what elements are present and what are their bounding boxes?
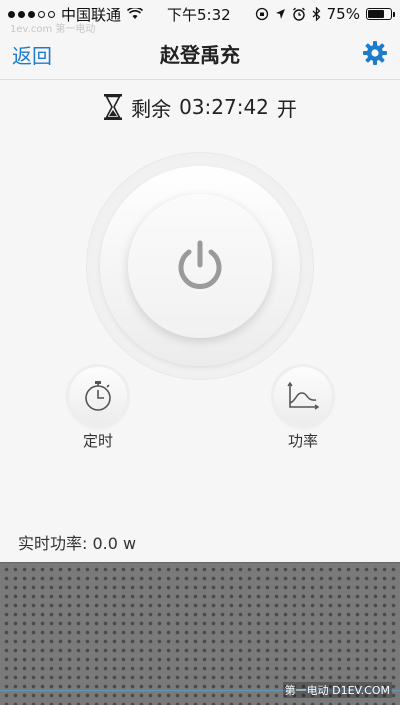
realtime-power-unit: w	[123, 534, 137, 553]
battery-icon	[365, 8, 395, 20]
hourglass-icon	[104, 94, 123, 120]
nav-bar: 返回 赵登禹充	[0, 28, 400, 80]
signal-icon	[8, 10, 55, 18]
battery-percent: 75%	[326, 5, 360, 23]
gear-icon	[363, 41, 387, 65]
page-title: 赵登禹充	[160, 43, 240, 67]
bluetooth-icon	[312, 7, 321, 21]
power-chart-button[interactable]	[274, 367, 332, 425]
timer-prefix: 剩余	[131, 96, 172, 121]
chart-icon	[287, 381, 320, 410]
timer-button[interactable]	[69, 367, 127, 425]
wifi-icon	[127, 8, 144, 19]
power-toggle-button[interactable]	[128, 194, 272, 338]
timer-countdown: 03:27:42	[179, 95, 269, 119]
realtime-power-label: 实时功率:	[18, 534, 88, 553]
timer-state: 开	[276, 96, 297, 121]
status-time: 下午5:32	[166, 5, 231, 24]
settings-button[interactable]	[360, 38, 390, 68]
status-right: 75%	[255, 5, 395, 23]
power-icon	[178, 240, 222, 289]
power-label: 功率	[287, 432, 318, 450]
watermark-bottom: 第一电动 D1EV.COM	[282, 682, 392, 698]
timer-label: 定时	[82, 432, 113, 450]
realtime-power-value: 0.0	[92, 534, 118, 553]
back-button[interactable]: 返回	[12, 40, 52, 69]
orientation-lock-icon	[255, 7, 268, 21]
alarm-icon	[292, 7, 305, 21]
realtime-power: 实时功率: 0.0 w	[18, 530, 136, 554]
location-icon	[275, 9, 285, 19]
stopwatch-icon	[85, 381, 111, 411]
timer-row: 剩余 03:27:42 开	[0, 90, 400, 124]
